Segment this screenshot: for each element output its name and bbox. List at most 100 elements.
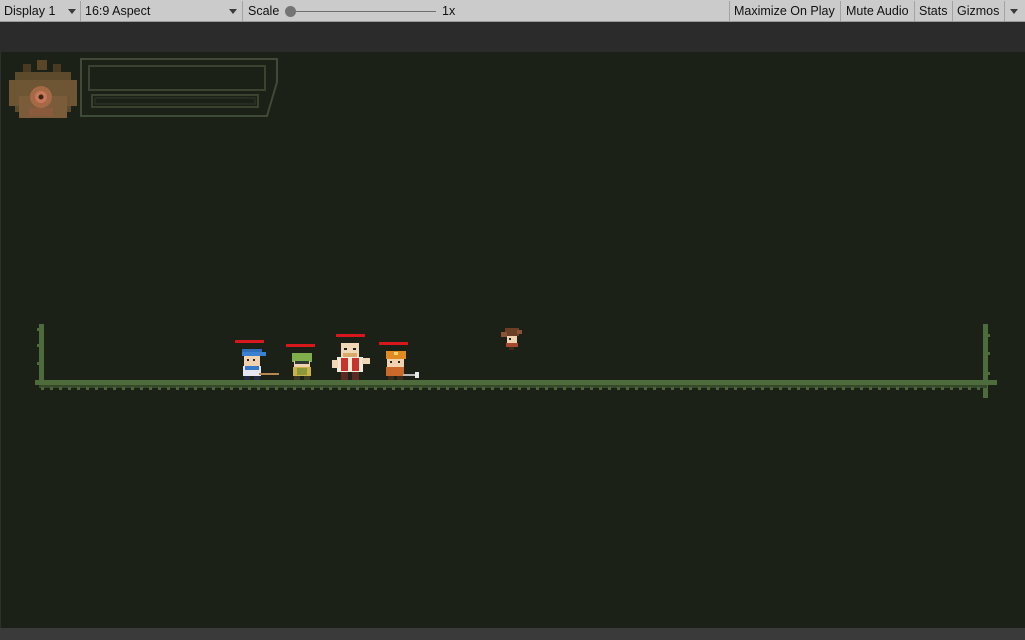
ground-tile-stud: [554, 387, 557, 390]
ground-tile-stud: [59, 387, 62, 390]
flying-enemy: [501, 328, 522, 350]
toolbar-divider: [729, 1, 730, 21]
ground-tile-stud: [950, 387, 953, 390]
ground-tile-stud: [95, 387, 98, 390]
ground-tile-stud: [932, 387, 935, 390]
ground-tile-stud: [680, 387, 683, 390]
orange-helmet-character-icon: [386, 351, 419, 380]
gizmos-toggle[interactable]: Gizmos: [957, 0, 999, 22]
scale-label: Scale: [248, 4, 280, 18]
ground-tile-stud: [320, 387, 323, 390]
aspect-dropdown-label: 16:9 Aspect: [85, 4, 151, 18]
ground-tile-stud: [428, 387, 431, 390]
ground-tile-stud: [473, 387, 476, 390]
game-view-header-band: [0, 22, 1025, 52]
green-hood-character-icon: [292, 353, 312, 380]
maximize-on-play-toggle[interactable]: Maximize On Play: [734, 0, 835, 22]
scale-value: 1x: [442, 4, 456, 18]
ground-tile-stud: [716, 387, 719, 390]
gizmos-dropdown[interactable]: [1004, 0, 1025, 22]
ground-tile-stud: [797, 387, 800, 390]
ground-tile-stud: [374, 387, 377, 390]
ground-tile-stud: [113, 387, 116, 390]
ground-tile-stud: [491, 387, 494, 390]
ground-tile-stud: [248, 387, 251, 390]
ground-tile-stud: [464, 387, 467, 390]
ground-tile-stud: [500, 387, 503, 390]
ground-tile-stud: [68, 387, 71, 390]
ground-tile-stud: [518, 387, 521, 390]
blue-cap-character-icon: [242, 349, 279, 380]
character-blue-cap-hero: [235, 340, 279, 380]
game-view-footer: [0, 628, 1025, 640]
ground-tile-stud: [770, 387, 773, 390]
ground-tile-stud: [77, 387, 80, 390]
ground-tile-stud: [176, 387, 179, 390]
mute-audio-toggle[interactable]: Mute Audio: [846, 0, 909, 22]
ground-tile-stud: [923, 387, 926, 390]
toolbar-divider: [80, 1, 81, 21]
ground-tile-stud: [761, 387, 764, 390]
ground-tile-stud: [446, 387, 449, 390]
ground-tile-stud: [626, 387, 629, 390]
ground-tile-stud: [860, 387, 863, 390]
player-bar-frame: [80, 58, 278, 117]
ground-tile-stud: [365, 387, 368, 390]
ground-tile-stud: [527, 387, 530, 390]
aspect-dropdown[interactable]: 16:9 Aspect: [85, 0, 241, 22]
health-bar: [379, 342, 408, 345]
character-bald-brawler-hero: [332, 334, 370, 380]
ground-tile-stud: [734, 387, 737, 390]
ground-tile-stud: [905, 387, 908, 390]
toolbar-divider: [952, 1, 953, 21]
ground-tile-stud: [140, 387, 143, 390]
ground-tile-stud: [653, 387, 656, 390]
ground-tile-stud: [455, 387, 458, 390]
ground-tile-stud: [86, 387, 89, 390]
ground-tile-stud: [941, 387, 944, 390]
ground-tile-stud: [815, 387, 818, 390]
ground-tile-stud: [662, 387, 665, 390]
display-dropdown-label: Display 1: [4, 4, 56, 18]
ground-tile-stud: [536, 387, 539, 390]
left-wall: [37, 324, 44, 382]
toolbar-divider: [840, 1, 841, 21]
ground-tile-stud: [167, 387, 170, 390]
ground-tile-stud: [977, 387, 980, 390]
ground-tile-stud: [824, 387, 827, 390]
ground-tile-stud: [851, 387, 854, 390]
game-scene: [9, 58, 997, 398]
toolbar-divider: [914, 1, 915, 21]
ground-tile-stud: [383, 387, 386, 390]
ground-tile-stud: [257, 387, 260, 390]
ground-tile-stud: [158, 387, 161, 390]
ground-tile-stud: [437, 387, 440, 390]
scale-slider-handle[interactable]: [285, 6, 296, 17]
scale-slider-track[interactable]: [290, 11, 436, 12]
ground-tile-stud: [914, 387, 917, 390]
ground-tile-stud: [878, 387, 881, 390]
ground-tile-stud: [149, 387, 152, 390]
ground-tile-stud: [212, 387, 215, 390]
health-bar: [235, 340, 264, 343]
character-green-hood-hero: [286, 344, 315, 380]
ground-tile-stud: [410, 387, 413, 390]
chevron-down-icon: [229, 9, 237, 14]
display-dropdown[interactable]: Display 1: [4, 0, 80, 22]
chevron-down-icon: [1010, 9, 1018, 14]
ground-tile-stud: [644, 387, 647, 390]
ground-tile-stud: [50, 387, 53, 390]
game-viewport[interactable]: [0, 52, 1025, 628]
ground-tile-stud: [131, 387, 134, 390]
ground-tile-stud: [725, 387, 728, 390]
ground-tile-stud: [788, 387, 791, 390]
ground-tile-stud: [509, 387, 512, 390]
ground-tile-stud: [230, 387, 233, 390]
toolbar-divider: [242, 1, 243, 21]
game-view-toolbar: Display 1 16:9 Aspect Scale 1x Maximize …: [0, 0, 1025, 22]
ground-tile-stud: [959, 387, 962, 390]
ground-tile-stud: [194, 387, 197, 390]
stats-toggle[interactable]: Stats: [919, 0, 948, 22]
ground-tile-stud: [104, 387, 107, 390]
ground-tile-stud: [356, 387, 359, 390]
